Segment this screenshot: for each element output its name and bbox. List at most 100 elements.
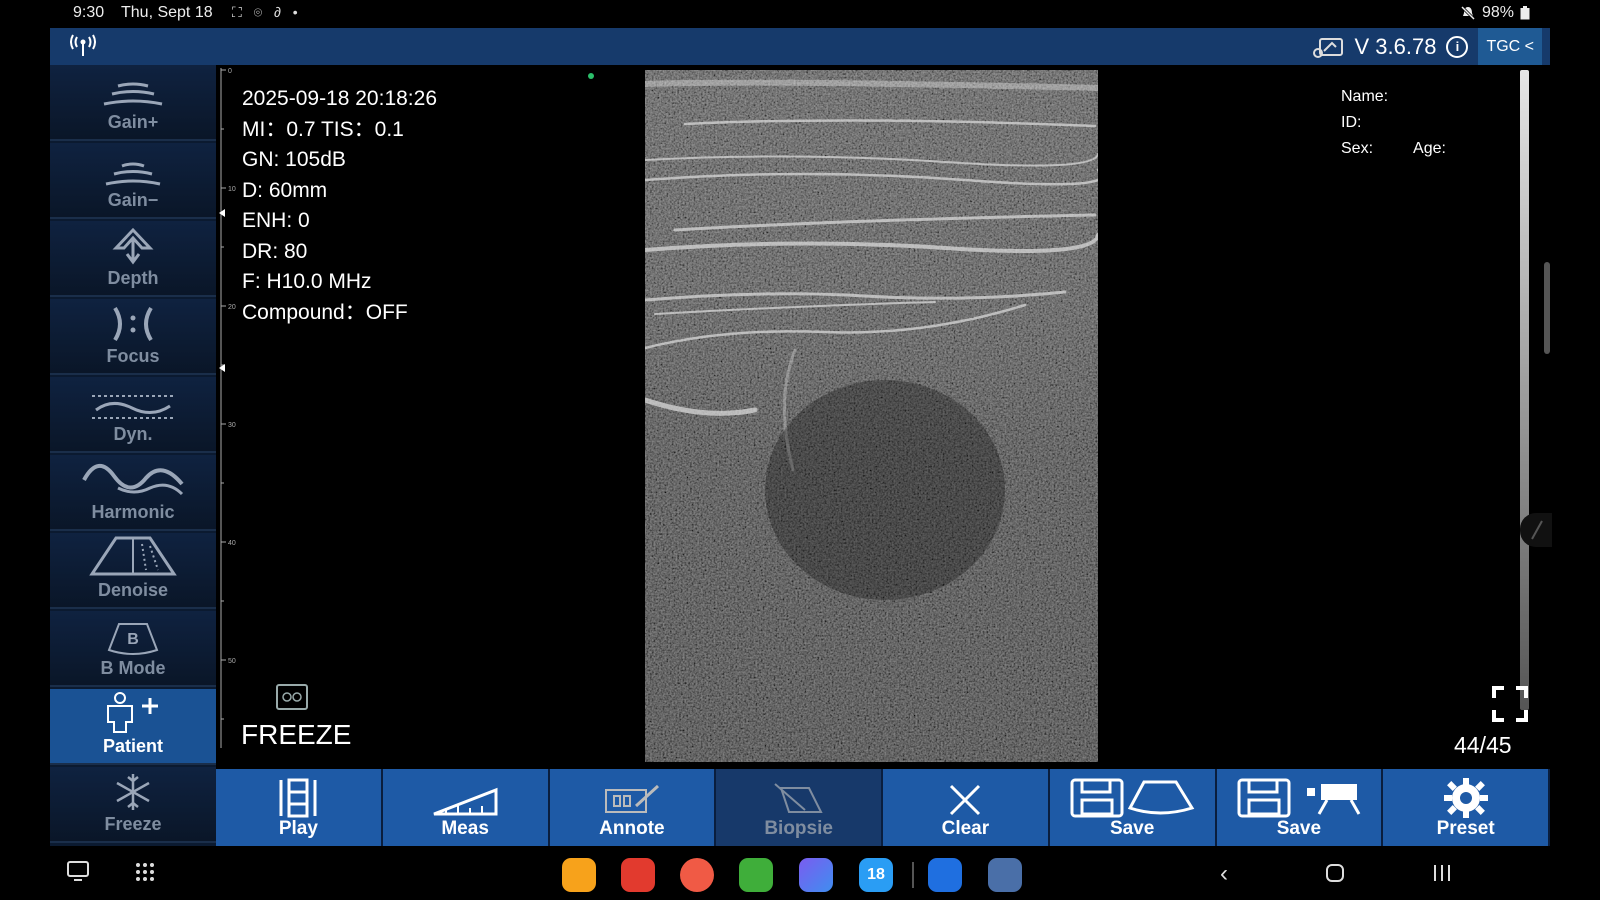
status-date: Thu, Sept 18 — [121, 4, 213, 21]
status-time: 9:30 — [73, 4, 105, 21]
gain-minus-label: Gain− — [107, 190, 159, 210]
ruler-icon — [433, 787, 498, 816]
probe-status-icon[interactable] — [1312, 35, 1344, 59]
freeze-button[interactable]: Freeze — [50, 767, 216, 843]
app-drawer-icon[interactable] — [135, 862, 155, 882]
tgc-slider-track[interactable] — [1520, 70, 1529, 710]
harmonic-button[interactable]: Harmonic — [50, 455, 216, 531]
scale-label-0: 0 — [228, 68, 232, 75]
dynamic-range-readout: DR: 80 — [242, 239, 308, 263]
settings-app-icon[interactable] — [988, 858, 1022, 892]
dynamic-range-button[interactable]: Dyn. — [50, 377, 216, 453]
notes-app-icon[interactable] — [621, 858, 655, 892]
focus-label: Focus — [106, 346, 160, 366]
depth-button[interactable]: Depth — [50, 221, 216, 297]
save-image-label: Save — [1109, 818, 1155, 839]
biopsy-button[interactable]: Biopsie — [716, 769, 883, 846]
home-nav-icon[interactable] — [1325, 863, 1345, 883]
version-label: V 3.6.78 — [1354, 33, 1437, 59]
patient-id-label: ID: — [1341, 114, 1362, 131]
browser-app-icon[interactable] — [799, 858, 833, 892]
play-label: Play — [278, 818, 318, 839]
denoise-label: Denoise — [97, 580, 169, 600]
recents-nav-icon[interactable] — [1432, 864, 1452, 882]
save-video-icon — [1237, 778, 1361, 818]
svg-text:B: B — [127, 631, 139, 648]
gain-readout: GN: 105dB — [242, 148, 346, 171]
ultrasound-app-icon[interactable] — [928, 858, 962, 892]
patient-sex-age-row: Sex: Age: — [1341, 136, 1446, 162]
depth-readout: D: 60mm — [242, 178, 328, 202]
fullscreen-icon[interactable] — [1492, 686, 1528, 722]
denoise-button[interactable]: Denoise — [50, 533, 216, 609]
notification-icons: ⛶ ⌾ ∂ • — [232, 4, 302, 20]
gain-plus-label: Gain+ — [107, 112, 159, 132]
info-icon[interactable]: i — [1446, 35, 1469, 58]
patient-icon — [107, 692, 158, 733]
patient-label: Patient — [102, 736, 163, 756]
back-nav-icon[interactable]: ‹ — [1220, 860, 1228, 888]
scale-label-20: 20 — [228, 304, 236, 311]
save-image-icon — [1070, 778, 1195, 818]
bottom-toolbar: Play Meas Annote Biopsie Clear Save Save… — [216, 769, 1550, 846]
gear-icon — [1443, 778, 1488, 818]
gain-plus-icon — [103, 82, 163, 106]
orientation-marker — [588, 73, 594, 79]
status-right: 98% — [1460, 4, 1530, 22]
b-mode-button[interactable]: B B Mode — [50, 611, 216, 687]
measure-label: Meas — [441, 818, 489, 839]
tgc-toggle-button[interactable]: TGC < — [1478, 28, 1542, 65]
sidebar: Gain+ Gain− Depth Focus Dyn. Harmonic De… — [50, 65, 216, 846]
play-icon — [279, 778, 317, 818]
enhance-readout: ENH: 0 — [242, 209, 310, 232]
patient-age-label: Age: — [1413, 140, 1446, 157]
focus-icon — [113, 306, 153, 342]
save-image-button[interactable]: Save — [1049, 769, 1217, 846]
battery-icon — [1520, 6, 1530, 20]
pen-icon — [1531, 520, 1543, 540]
cine-reel-icon — [282, 692, 302, 702]
frame-counter: 44/45 — [1454, 732, 1512, 758]
annotate-icon — [604, 784, 659, 813]
edge-panel-handle[interactable] — [1544, 262, 1550, 354]
freeze-label: Freeze — [104, 814, 162, 834]
dock-divider — [912, 862, 914, 888]
focus-button[interactable]: Focus — [50, 299, 216, 375]
scale-label-30: 30 — [228, 422, 236, 429]
calculator-app-icon[interactable] — [739, 858, 773, 892]
preset-label: Preset — [1436, 818, 1495, 839]
pen-handle[interactable] — [1520, 513, 1552, 547]
denoise-icon — [89, 536, 177, 576]
screen-rotate-icon[interactable] — [66, 860, 90, 882]
harmonic-icon — [82, 464, 184, 496]
depth-scale: 0 10 20 30 40 50 — [219, 68, 236, 748]
focus-marker-icon[interactable] — [219, 209, 225, 217]
screen: 9:30 Thu, Sept 18 ⛶ ⌾ ∂ • 98% V 3.6.78 i… — [0, 0, 1600, 900]
app-header: V 3.6.78 i TGC < — [50, 28, 1550, 65]
patient-name-label: Name: — [1341, 88, 1389, 105]
scale-label-10: 10 — [228, 186, 236, 193]
preset-button[interactable]: Preset — [1383, 769, 1550, 846]
gain-minus-button[interactable]: Gain− — [50, 143, 216, 219]
frequency-readout: F: H10.0 MHz — [242, 270, 372, 293]
play-button[interactable]: Play — [216, 769, 383, 846]
measure-button[interactable]: Meas — [382, 769, 550, 846]
snowflake-icon — [116, 774, 150, 810]
ultrasound-image[interactable] — [645, 70, 1098, 762]
patient-sex-label: Sex: — [1341, 140, 1374, 157]
gain-plus-button[interactable]: Gain+ — [50, 65, 216, 141]
contacts-app-icon[interactable] — [680, 858, 714, 892]
clear-button[interactable]: Clear — [883, 769, 1050, 846]
biopsy-label: Biopsie — [764, 818, 833, 839]
harmonic-label: Harmonic — [91, 502, 175, 522]
imaging-parameters: 2025-09-18 20:18:26 MI：0.7 TIS：0.1 GN: 1… — [242, 84, 437, 328]
patient-button[interactable]: Patient — [50, 689, 216, 765]
status-bar: 9:30 Thu, Sept 18 ⛶ ⌾ ∂ • 98% — [0, 0, 1600, 27]
wireless-signal-icon[interactable] — [70, 34, 96, 58]
save-video-button[interactable]: Save — [1216, 769, 1384, 846]
cine-loop-icon[interactable] — [276, 684, 308, 710]
annotate-button[interactable]: Annote — [549, 769, 717, 846]
files-app-icon[interactable] — [562, 858, 596, 892]
calendar-app-icon[interactable]: 18 — [859, 858, 893, 892]
b-mode-label: B Mode — [100, 658, 166, 678]
